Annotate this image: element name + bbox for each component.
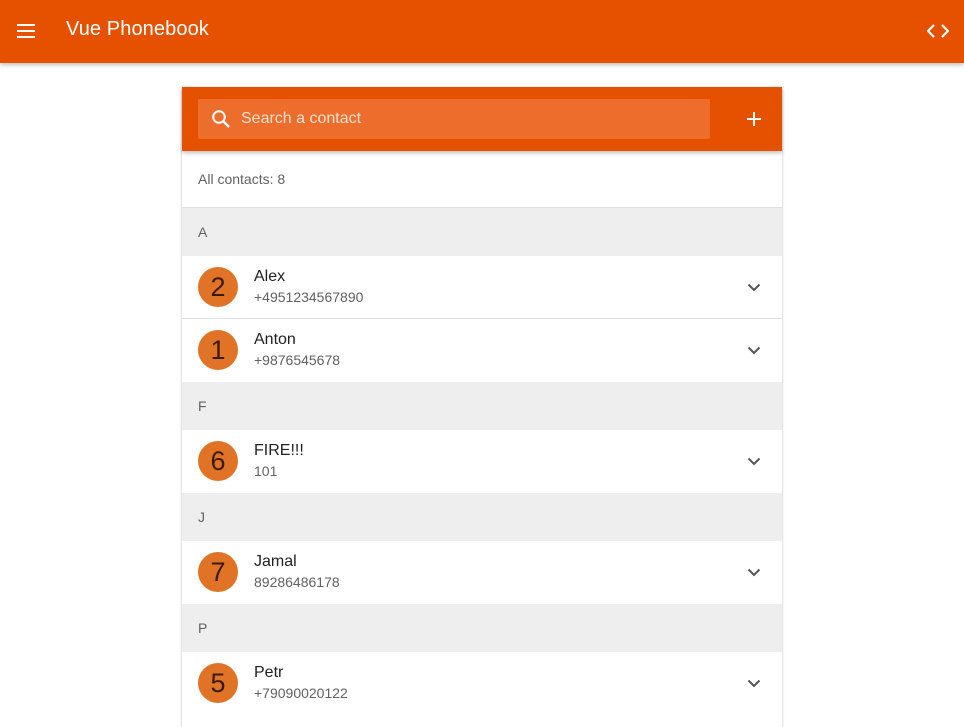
code-icon[interactable]	[926, 19, 950, 43]
contact-name: Anton	[254, 331, 296, 348]
contact-list: A 2 Alex +4951234567890 1 Anton +9876545678 F 6 F…	[182, 208, 782, 715]
chevron-down-icon[interactable]	[742, 560, 766, 584]
app-title: Vue Phonebook	[66, 18, 209, 40]
avatar: 5	[198, 663, 238, 703]
contact-phone: +79090020122	[254, 685, 348, 701]
chevron-down-icon[interactable]	[742, 338, 766, 362]
search-box	[198, 99, 710, 139]
menu-icon[interactable]	[14, 19, 38, 43]
plus-icon	[747, 112, 761, 126]
chevron-down-icon[interactable]	[742, 275, 766, 299]
contact-item[interactable]: 6 FIRE!!! 101	[182, 430, 782, 493]
contact-item[interactable]: 7 Jamal 89286486178	[182, 541, 782, 604]
section-header: A	[182, 208, 782, 256]
contact-phone: +9876545678	[254, 352, 341, 368]
section-header: J	[182, 493, 782, 541]
contact-phone: +4951234567890	[254, 289, 364, 305]
contact-phone: 89286486178	[254, 574, 340, 590]
contact-item[interactable]: 5 Petr +79090020122	[182, 652, 782, 715]
chevron-down-icon[interactable]	[742, 449, 766, 473]
search-icon	[211, 108, 233, 130]
contact-name: FIRE!!!	[254, 442, 304, 459]
contacts-panel: All contacts: 8 A 2 Alex +4951234567890 1 Ant…	[182, 87, 782, 727]
section-header: P	[182, 604, 782, 652]
avatar: 2	[198, 267, 238, 307]
search-input[interactable]	[239, 99, 710, 139]
contact-item[interactable]: 1 Anton +9876545678	[182, 319, 782, 382]
avatar: 7	[198, 552, 238, 592]
chevron-down-icon[interactable]	[742, 671, 766, 695]
contacts-count: All contacts: 8	[182, 151, 782, 208]
contact-name: Jamal	[254, 553, 297, 570]
contact-name: Alex	[254, 268, 286, 285]
contact-phone: 101	[254, 463, 278, 479]
contact-name: Petr	[254, 664, 284, 681]
contact-item[interactable]: 2 Alex +4951234567890	[182, 256, 782, 319]
section-header: F	[182, 382, 782, 430]
add-contact-button[interactable]	[742, 107, 766, 131]
avatar: 1	[198, 330, 238, 370]
panel-toolbar	[182, 87, 782, 151]
app-bar: Vue Phonebook	[0, 0, 964, 63]
avatar: 6	[198, 441, 238, 481]
